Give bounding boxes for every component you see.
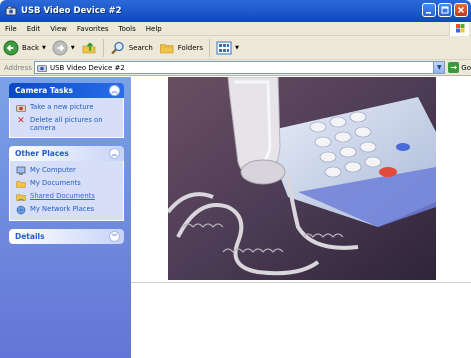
folders-button[interactable]: Folders: [156, 38, 206, 58]
menu-edit[interactable]: Edit: [22, 25, 46, 33]
delete-x-icon: ✕: [17, 116, 25, 126]
up-folder-icon: [82, 41, 96, 53]
details-header[interactable]: Details ︾: [9, 229, 124, 244]
delete-pictures-task[interactable]: ✕ Delete all pictures on camera: [16, 116, 119, 132]
back-button[interactable]: Back ▼: [0, 38, 49, 58]
chevron-up-icon[interactable]: ︽: [109, 85, 120, 96]
search-button[interactable]: Search: [107, 38, 156, 58]
windows-logo: [449, 22, 469, 36]
camera-icon: [37, 64, 47, 72]
go-label: Go: [461, 63, 471, 72]
up-folder-button[interactable]: [78, 38, 100, 58]
content-area: [131, 77, 471, 358]
title-bar[interactable]: USB Video Device #2: [0, 0, 471, 22]
place-label: My Network Places: [30, 205, 95, 213]
folder-icon: [16, 179, 26, 189]
toolbar-separator: [209, 38, 211, 57]
minimize-icon: [426, 12, 431, 14]
camera-tasks-group: Camera Tasks ︽ Take a new picture ✕ Dele…: [9, 83, 124, 138]
address-value: USB Video Device #2: [49, 63, 125, 72]
menu-favorites[interactable]: Favorites: [72, 25, 114, 33]
address-input[interactable]: USB Video Device #2 ▼: [33, 61, 446, 74]
menu-tools[interactable]: Tools: [114, 25, 141, 33]
go-arrow-icon: →: [448, 62, 460, 73]
other-places-body: My Computer My Documents Shared Document…: [9, 161, 124, 221]
other-places-group: Other Places ︽ My Computer My Documents: [9, 146, 124, 221]
close-icon: [457, 6, 465, 14]
maximize-button[interactable]: [438, 3, 452, 17]
details-group: Details ︾: [9, 229, 124, 244]
chevron-down-icon[interactable]: ▼: [235, 45, 239, 51]
chevron-down-icon[interactable]: ▼: [71, 45, 75, 51]
address-dropdown-button[interactable]: ▼: [433, 62, 445, 73]
go-button[interactable]: → Go: [448, 62, 471, 73]
network-icon: [16, 205, 26, 215]
telephone-photo: [168, 77, 436, 280]
chevron-down-icon[interactable]: ▼: [42, 45, 46, 51]
camera-tasks-body: Take a new picture ✕ Delete all pictures…: [9, 98, 124, 138]
other-places-header[interactable]: Other Places ︽: [9, 146, 124, 161]
menu-help[interactable]: Help: [141, 25, 167, 33]
chevron-down-icon[interactable]: ︾: [109, 231, 120, 242]
minimize-button[interactable]: [422, 3, 436, 17]
address-bar: Address USB Video Device #2 ▼ → Go: [0, 60, 471, 76]
folders-label: Folders: [177, 43, 204, 52]
menu-bar: File Edit View Favorites Tools Help: [0, 22, 471, 36]
back-label: Back: [22, 43, 39, 52]
menu-file[interactable]: File: [0, 25, 22, 33]
folder-icon: [159, 43, 174, 53]
views-grid-icon: [216, 41, 232, 54]
place-label: My Documents: [30, 179, 81, 187]
chevron-down-icon: ▼: [436, 64, 442, 71]
search-icon: [111, 41, 124, 54]
forward-arrow-icon: [52, 40, 68, 55]
camera-tasks-title: Camera Tasks: [15, 86, 73, 95]
camera-preview-image: [168, 77, 436, 280]
my-computer-link[interactable]: My Computer: [16, 166, 119, 176]
my-network-places-link[interactable]: My Network Places: [16, 205, 119, 215]
chevron-up-icon[interactable]: ︽: [109, 148, 120, 159]
camera-window-icon: [5, 6, 17, 16]
search-label: Search: [128, 43, 153, 52]
close-button[interactable]: [454, 3, 468, 17]
task-label: Delete all pictures on camera: [30, 116, 103, 132]
folder-icon: [16, 192, 26, 202]
task-pane: Camera Tasks ︽ Take a new picture ✕ Dele…: [0, 77, 131, 358]
place-label: Shared Documents: [30, 192, 95, 200]
filmstrip-divider: [131, 282, 471, 283]
computer-icon: [16, 166, 26, 176]
toolbar: Back ▼ ▼ Search Folders ▼: [0, 36, 471, 60]
my-documents-link[interactable]: My Documents: [16, 179, 119, 189]
views-button[interactable]: ▼: [213, 38, 242, 58]
window-title: USB Video Device #2: [21, 6, 122, 16]
back-arrow-icon: [3, 40, 19, 55]
maximize-icon: [441, 6, 449, 14]
address-label: Address: [4, 63, 32, 72]
camera-icon: [16, 103, 26, 113]
forward-button[interactable]: ▼: [49, 38, 78, 58]
place-label: My Computer: [30, 166, 76, 174]
take-picture-task[interactable]: Take a new picture: [16, 103, 119, 113]
other-places-title: Other Places: [15, 149, 69, 158]
camera-tasks-header[interactable]: Camera Tasks ︽: [9, 83, 124, 98]
menu-view[interactable]: View: [45, 25, 72, 33]
shared-documents-link[interactable]: Shared Documents: [16, 192, 119, 202]
windows-flag-icon: [456, 24, 465, 33]
task-label: Take a new picture: [30, 103, 94, 111]
toolbar-separator: [102, 38, 104, 57]
details-title: Details: [15, 232, 45, 241]
